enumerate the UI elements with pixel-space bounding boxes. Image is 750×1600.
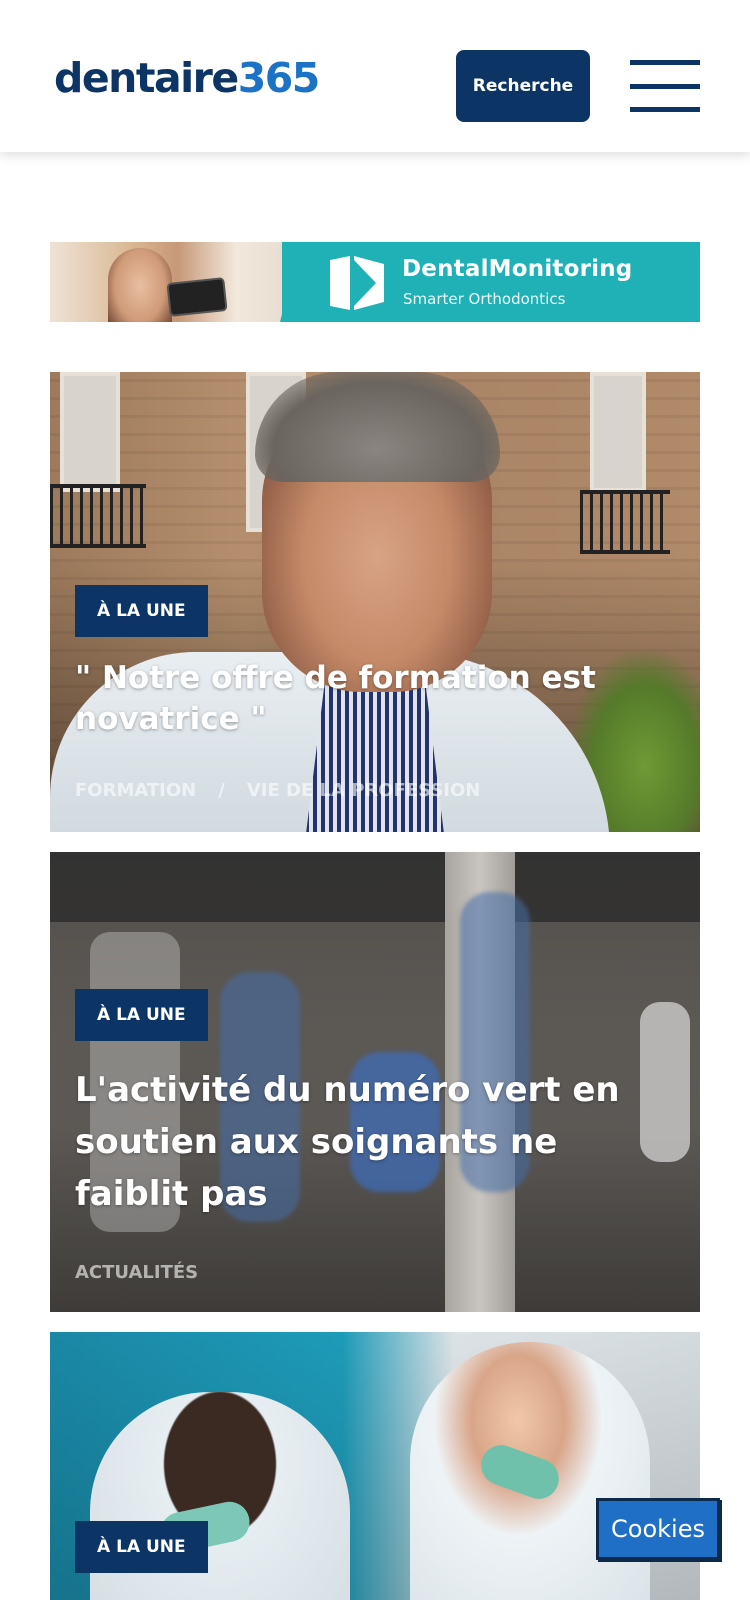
a-la-une-badge[interactable]: À LA UNE: [75, 1521, 208, 1573]
banner-tagline: Smarter Orthodontics: [403, 290, 566, 308]
site-logo[interactable]: dentaire365: [54, 58, 320, 99]
search-button[interactable]: Recherche: [456, 50, 590, 122]
category-link-formation[interactable]: FORMATION: [75, 780, 196, 801]
article-card[interactable]: À LA UNE L'activité du numéro vert en so…: [50, 852, 700, 1312]
banner-model-face: [108, 248, 172, 322]
bg-balcony: [580, 490, 670, 554]
article-categories: FORMATION / VIE DE LA PROFESSION: [75, 780, 480, 801]
hamburger-menu-icon[interactable]: [630, 60, 700, 112]
banner-brand: DentalMonitoring: [402, 256, 633, 282]
dentalmonitoring-logo-icon: [330, 256, 384, 310]
person-hair: [255, 372, 500, 482]
cookies-button[interactable]: Cookies: [596, 1498, 720, 1560]
article-card[interactable]: À LA UNE " Notre offre de formation est …: [50, 372, 700, 832]
a-la-une-badge[interactable]: À LA UNE: [75, 585, 208, 637]
category-link-actualites[interactable]: ACTUALITÉS: [75, 1262, 198, 1283]
banner-phone-image: [166, 277, 228, 317]
site-header: dentaire365 Recherche: [0, 0, 750, 152]
menu-bar: [630, 83, 700, 89]
category-link-vie-de-la-profession[interactable]: VIE DE LA PROFESSION: [247, 780, 481, 801]
article-categories: ACTUALITÉS: [75, 1262, 198, 1283]
bg-balcony: [50, 484, 146, 548]
ad-banner[interactable]: DentalMonitoring Smarter Orthodontics: [50, 242, 700, 322]
article-title[interactable]: " Notre offre de formation est novatrice…: [75, 658, 655, 740]
category-separator: /: [218, 780, 225, 801]
menu-bar: [630, 107, 700, 112]
article-title[interactable]: L'activité du numéro vert en soutien aux…: [75, 1064, 655, 1220]
bg-window: [60, 372, 120, 492]
a-la-une-badge[interactable]: À LA UNE: [75, 989, 208, 1041]
logo-text-365: 365: [237, 54, 321, 102]
menu-bar: [630, 60, 700, 65]
bg-ceiling: [50, 852, 700, 922]
logo-text-dentaire: dentaire: [54, 54, 239, 102]
bg-window: [590, 372, 646, 492]
